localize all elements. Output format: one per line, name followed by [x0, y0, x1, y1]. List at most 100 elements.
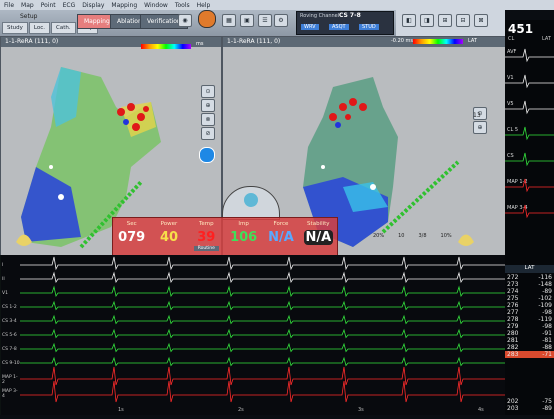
ecg-ch-9: MAP 1-2	[2, 375, 18, 385]
tab-cath[interactable]: Cath.	[51, 22, 76, 34]
wave-label: V5	[507, 101, 514, 107]
ecg-trace	[20, 342, 505, 353]
lat-list-item[interactable]: 275 -102	[505, 295, 554, 302]
right-bottom-1: 20%	[373, 233, 385, 239]
lat-list-item[interactable]: 283 -71	[505, 351, 554, 358]
stat-temp-label: Temp	[198, 221, 214, 227]
layers-icon[interactable]: ☰	[258, 14, 272, 27]
toolbar-right-icon-4[interactable]: ⊟	[456, 14, 470, 27]
right-waveforms: AVFV1V5CL 5CSMAP 1-2MAP 3-4	[505, 48, 554, 219]
lat-list-item[interactable]: 272 -116	[505, 274, 554, 281]
lat-point-id: 276	[507, 302, 519, 309]
menu-file[interactable]: File	[4, 2, 14, 9]
lat-list-item[interactable]: 274 -89	[505, 288, 554, 295]
lat-point-id: 280	[507, 330, 519, 337]
menu-point[interactable]: Point	[41, 2, 56, 9]
right-bottom-2: 10	[398, 233, 405, 239]
lat-list[interactable]: 272 -116 273 -148 274 -89 275 -102 276 -109 277 -98…	[505, 274, 554, 358]
lat-list-item[interactable]: 279 -98	[505, 323, 554, 330]
wave-label: V1	[507, 75, 514, 81]
ecg-traces	[0, 255, 505, 415]
toolbar-right-icon-3[interactable]: ⊞	[438, 14, 452, 27]
wave-label: AVF	[507, 49, 517, 55]
lat-list-item[interactable]: 203 -89	[505, 405, 554, 412]
lat-point-id: 277	[507, 309, 519, 316]
tab-loc[interactable]: Loc.	[28, 22, 50, 34]
right-bottom-3: 3/8	[418, 233, 427, 239]
lat-point-value: -116	[538, 274, 552, 281]
lat-point-value: -91	[542, 330, 552, 337]
lat-list-item[interactable]: 276 -109	[505, 302, 554, 309]
lat-point-id: 272	[507, 274, 519, 281]
lat-point-id: 283	[507, 351, 519, 358]
picture-icon[interactable]: ▣	[240, 14, 254, 27]
menu-tools[interactable]: Tools	[175, 2, 190, 9]
lat-point-id: 282	[507, 344, 519, 351]
right-view-tool-2-icon[interactable]: ⊕	[473, 121, 487, 134]
ecg-ch-6: CS 5-6	[2, 333, 17, 338]
ecg-strip[interactable]: I II V1 CS 1-2 CS 3-4 CS 5-6 CS 7-8 CS 9…	[0, 255, 505, 415]
play-icon[interactable]	[199, 147, 215, 163]
lat-point-id: 281	[507, 337, 519, 344]
menu-display[interactable]: Display	[82, 2, 104, 9]
stat-power: Power 40	[150, 218, 187, 256]
toolbar-right-icon-1[interactable]: ◧	[402, 14, 416, 27]
ecg-tick-3: 3s	[358, 407, 364, 413]
lat-list-item[interactable]: 277 -98	[505, 309, 554, 316]
camera-icon[interactable]: ◉	[178, 14, 192, 27]
view-tool-2-icon[interactable]: ⊕	[201, 99, 215, 112]
settings-icon[interactable]: ⚙	[274, 14, 288, 27]
lat-point-value: -98	[542, 309, 552, 316]
ecg-trace	[20, 328, 505, 339]
lat-point-value: -102	[538, 295, 552, 302]
toolbar-right-icon-2[interactable]: ◨	[420, 14, 434, 27]
stat-temp-mode[interactable]: Routine	[193, 246, 219, 251]
lat-list-item[interactable]: 280 -91	[505, 330, 554, 337]
lat-list-item[interactable]: 278 -119	[505, 316, 554, 323]
view-tool-1-icon[interactable]: ⊙	[201, 85, 215, 98]
stat-force-label: Force	[273, 221, 289, 227]
lat-point-id: 202	[507, 398, 519, 405]
orientation-icon[interactable]	[244, 193, 258, 207]
roving-tab-3[interactable]: STUD	[359, 24, 379, 30]
lat-point-value: -148	[538, 281, 552, 288]
view-tool-3-icon[interactable]: ⊗	[201, 113, 215, 126]
menu-window[interactable]: Window	[144, 2, 168, 9]
ecg-ch-7: CS 7-8	[2, 347, 17, 352]
roving-tab-1[interactable]: WRV	[301, 24, 319, 30]
stat-power-label: Power	[160, 221, 178, 227]
right-view-bottom-bar: 20% 10 3/8 10%	[373, 233, 452, 239]
tab-study[interactable]: Study	[2, 22, 28, 34]
lat-point-id: 279	[507, 323, 519, 330]
lat-list-item[interactable]: 282 -88	[505, 344, 554, 351]
roving-label: Roving Channel	[300, 13, 340, 19]
lat-list-item[interactable]: 281 -81	[505, 337, 554, 344]
right-bottom-4: 10%	[440, 233, 452, 239]
lat-point-id: 274	[507, 288, 519, 295]
lat-list-item[interactable]: 273 -148	[505, 281, 554, 288]
ecg-ch-8: CS 9-10	[2, 361, 20, 366]
lat-point-value: -81	[542, 337, 552, 344]
lat-list-item[interactable]: 202 -75	[505, 398, 554, 405]
menu-mapping[interactable]: Mapping	[111, 2, 137, 9]
view-label-right: 1-1-ReRA (111, 0)	[227, 38, 281, 45]
lat-point-value: -109	[538, 302, 552, 309]
grid-icon[interactable]: ▦	[222, 14, 236, 27]
gauge-icon[interactable]	[198, 10, 216, 28]
roving-tab-2[interactable]: ASQT	[329, 24, 349, 30]
lat-point-value: -89	[542, 288, 552, 295]
toolbar-right-icon-5[interactable]: ⊠	[474, 14, 488, 27]
ecg-trace	[20, 271, 505, 284]
ecg-ch-10: MAP 3-4	[2, 389, 18, 399]
menu-help[interactable]: Help	[197, 2, 211, 9]
menu-ecg[interactable]: ECG	[63, 2, 76, 9]
lat-list-bottom[interactable]: 202 -75 203 -89	[505, 398, 554, 412]
scale-label-right: -0.20 ms	[391, 38, 414, 44]
view-tool-4-icon[interactable]: ⊘	[201, 127, 215, 140]
stat-force: Force N/A	[262, 218, 299, 256]
menu-map[interactable]: Map	[21, 2, 34, 9]
ecg-ch-5: CS 3-4	[2, 319, 17, 324]
ablation-stats-panel: Sec 079 Power 40 Temp 39 Routine Imp 106…	[112, 217, 338, 257]
stat-power-value: 40	[159, 230, 179, 245]
right-view-index: 13	[473, 112, 481, 119]
